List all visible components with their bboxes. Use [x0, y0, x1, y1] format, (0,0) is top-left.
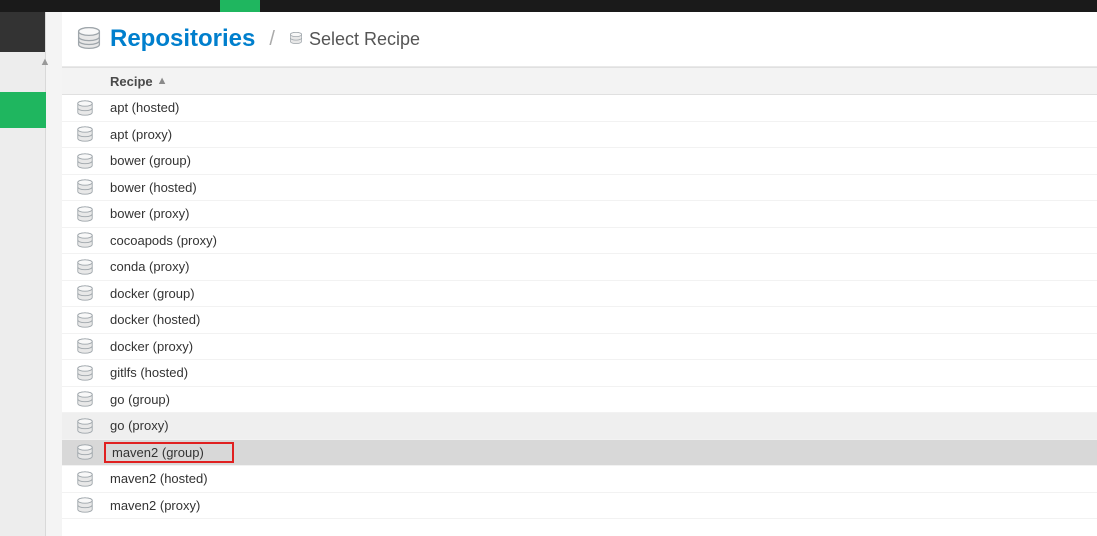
- recipe-label: maven2 (group): [110, 442, 1097, 463]
- recipe-row[interactable]: bower (hosted): [62, 175, 1097, 202]
- recipe-label: go (group): [110, 392, 1097, 407]
- recipe-label: gitlfs (hosted): [110, 365, 1097, 380]
- recipe-row[interactable]: docker (hosted): [62, 307, 1097, 334]
- database-icon: [76, 417, 110, 435]
- database-icon: [76, 311, 110, 329]
- recipe-row[interactable]: maven2 (group): [62, 440, 1097, 467]
- recipe-row[interactable]: bower (proxy): [62, 201, 1097, 228]
- annotation-highlight: maven2 (group): [104, 442, 234, 463]
- database-icon: [76, 25, 102, 54]
- recipe-row[interactable]: cocoapods (proxy): [62, 228, 1097, 255]
- sidebar-header: [0, 12, 45, 52]
- database-icon: [76, 364, 110, 382]
- recipe-label: docker (proxy): [110, 339, 1097, 354]
- database-icon: [76, 152, 110, 170]
- database-icon: [76, 390, 110, 408]
- recipe-label: docker (hosted): [110, 312, 1097, 327]
- breadcrumb-repositories-link[interactable]: Repositories: [110, 25, 255, 53]
- recipe-row[interactable]: go (proxy): [62, 413, 1097, 440]
- recipe-row[interactable]: gitlfs (hosted): [62, 360, 1097, 387]
- database-icon: [76, 231, 110, 249]
- breadcrumb-separator: /: [269, 28, 275, 51]
- grid-column-header-label: Recipe: [110, 74, 153, 89]
- recipe-row[interactable]: maven2 (hosted): [62, 466, 1097, 493]
- sidebar: ▲: [0, 12, 46, 536]
- recipe-label: conda (proxy): [110, 259, 1097, 274]
- recipe-row[interactable]: apt (hosted): [62, 95, 1097, 122]
- database-icon: [76, 99, 110, 117]
- database-icon: [76, 258, 110, 276]
- top-bar-active-indicator: [220, 0, 260, 12]
- breadcrumb: Repositories / Select Recipe: [62, 12, 1097, 67]
- recipe-label: maven2 (hosted): [110, 471, 1097, 486]
- database-icon: [76, 337, 110, 355]
- grid-body: apt (hosted) apt (proxy) bower (group) b…: [62, 95, 1097, 519]
- database-icon: [76, 125, 110, 143]
- sidebar-active-item[interactable]: [0, 92, 46, 128]
- database-icon: [76, 205, 110, 223]
- recipe-label: apt (proxy): [110, 127, 1097, 142]
- recipe-label: go (proxy): [110, 418, 1097, 433]
- recipe-row[interactable]: conda (proxy): [62, 254, 1097, 281]
- recipe-label: docker (group): [110, 286, 1097, 301]
- database-icon: [76, 496, 110, 514]
- recipe-row[interactable]: docker (proxy): [62, 334, 1097, 361]
- recipe-row[interactable]: apt (proxy): [62, 122, 1097, 149]
- recipe-label: apt (hosted): [110, 100, 1097, 115]
- recipe-label: maven2 (proxy): [110, 498, 1097, 513]
- database-icon: [76, 178, 110, 196]
- recipe-row[interactable]: bower (group): [62, 148, 1097, 175]
- database-icon: [289, 31, 303, 48]
- database-icon: [76, 470, 110, 488]
- database-icon: [76, 284, 110, 302]
- recipe-row[interactable]: docker (group): [62, 281, 1097, 308]
- sidebar-collapse-toggle[interactable]: ▲: [35, 52, 55, 72]
- recipe-label: bower (hosted): [110, 180, 1097, 195]
- recipe-label: bower (group): [110, 153, 1097, 168]
- recipe-row[interactable]: go (group): [62, 387, 1097, 414]
- main-panel: Repositories / Select Recipe Recipe ▲ ap…: [62, 12, 1097, 536]
- recipe-label: bower (proxy): [110, 206, 1097, 221]
- breadcrumb-current: Select Recipe: [309, 29, 420, 50]
- recipe-row[interactable]: maven2 (proxy): [62, 493, 1097, 520]
- top-bar: [0, 0, 1097, 12]
- grid-column-header[interactable]: Recipe ▲: [62, 67, 1097, 95]
- recipe-label: cocoapods (proxy): [110, 233, 1097, 248]
- sort-ascending-icon: ▲: [157, 75, 168, 87]
